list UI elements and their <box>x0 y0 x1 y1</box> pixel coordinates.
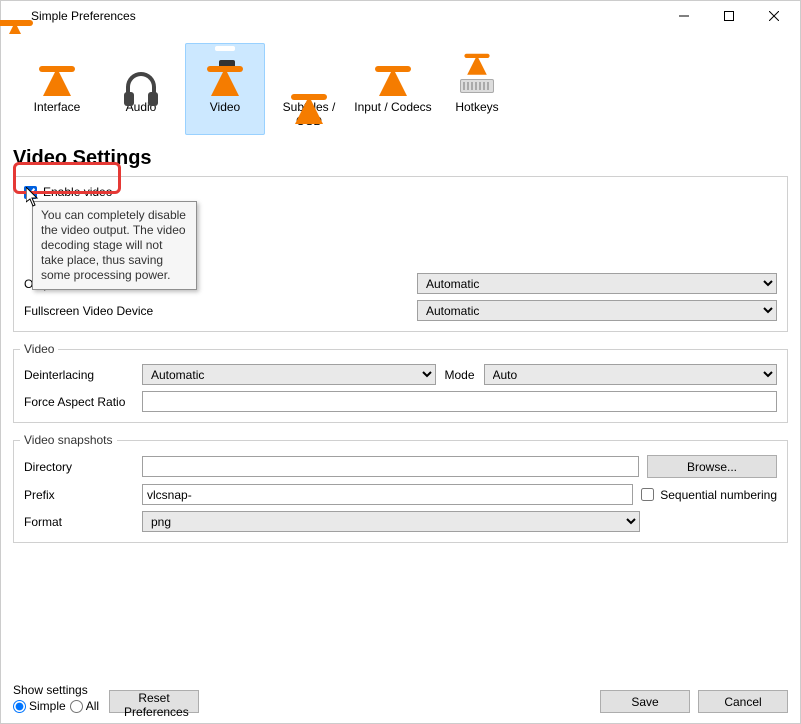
show-settings: Show settings Simple All <box>13 683 99 713</box>
cancel-button[interactable]: Cancel <box>698 690 788 713</box>
tooltip-text: You can completely disable the video out… <box>41 208 186 282</box>
category-label: Video <box>186 100 264 114</box>
video-group-legend: Video <box>20 342 58 356</box>
show-settings-all[interactable]: All <box>70 699 99 713</box>
category-label: Audio <box>102 100 180 114</box>
directory-input[interactable] <box>142 456 639 477</box>
maximize-button[interactable] <box>706 1 751 31</box>
force-aspect-ratio-label: Force Aspect Ratio <box>24 395 142 409</box>
category-audio[interactable]: Audio <box>101 43 181 135</box>
fullscreen-device-select[interactable]: Automatic <box>417 300 777 321</box>
category-label: Hotkeys <box>438 100 516 114</box>
format-label: Format <box>24 515 142 529</box>
titlebar: Simple Preferences <box>1 1 800 31</box>
app-icon <box>9 8 25 24</box>
minimize-button[interactable] <box>661 1 706 31</box>
sequential-numbering-checkbox[interactable] <box>641 488 654 501</box>
prefix-label: Prefix <box>24 488 142 502</box>
video-snapshots-group: Video snapshots Directory Browse... Pref… <box>13 433 788 543</box>
show-settings-all-radio[interactable] <box>70 700 83 713</box>
fullscreen-device-label: Fullscreen Video Device <box>24 304 204 318</box>
show-settings-label: Show settings <box>13 683 99 697</box>
footer: Show settings Simple All Reset Preferenc… <box>1 677 800 723</box>
tooltip: You can completely disable the video out… <box>32 201 197 290</box>
enable-video-label[interactable]: Enable video <box>43 185 112 199</box>
category-hotkeys[interactable]: Hotkeys <box>437 43 517 135</box>
prefix-input[interactable] <box>142 484 633 505</box>
category-label: Interface <box>18 100 96 114</box>
close-button[interactable] <box>751 1 796 31</box>
category-label: Input / Codecs <box>354 100 432 114</box>
save-button[interactable]: Save <box>600 690 690 713</box>
format-select[interactable]: png <box>142 511 640 532</box>
category-input-codecs[interactable]: Input / Codecs <box>353 43 433 135</box>
mode-select[interactable]: Auto <box>484 364 778 385</box>
deinterlacing-select[interactable]: Automatic <box>142 364 436 385</box>
browse-button[interactable]: Browse... <box>647 455 777 478</box>
directory-label: Directory <box>24 460 142 474</box>
output-select[interactable]: Automatic <box>417 273 777 294</box>
sequential-numbering-label[interactable]: Sequential numbering <box>660 488 777 502</box>
deinterlacing-label: Deinterlacing <box>24 368 142 382</box>
force-aspect-ratio-input[interactable] <box>142 391 777 412</box>
mode-label: Mode <box>436 368 484 382</box>
snapshots-legend: Video snapshots <box>20 433 117 447</box>
category-interface[interactable]: Interface <box>17 43 97 135</box>
window-title: Simple Preferences <box>31 9 661 23</box>
video-group: Video Deinterlacing Automatic Mode Auto … <box>13 342 788 423</box>
enable-video-checkbox[interactable] <box>24 186 37 199</box>
category-subtitles-osd[interactable]: Subtitles / OSD <box>269 43 349 135</box>
category-bar: Interface Audio Video Subtitles / OSD In… <box>1 31 800 139</box>
show-settings-simple-radio[interactable] <box>13 700 26 713</box>
reset-preferences-button[interactable]: Reset Preferences <box>109 690 199 713</box>
category-video[interactable]: Video <box>185 43 265 135</box>
show-settings-simple[interactable]: Simple <box>13 699 66 713</box>
page-title: Video Settings <box>1 139 800 176</box>
